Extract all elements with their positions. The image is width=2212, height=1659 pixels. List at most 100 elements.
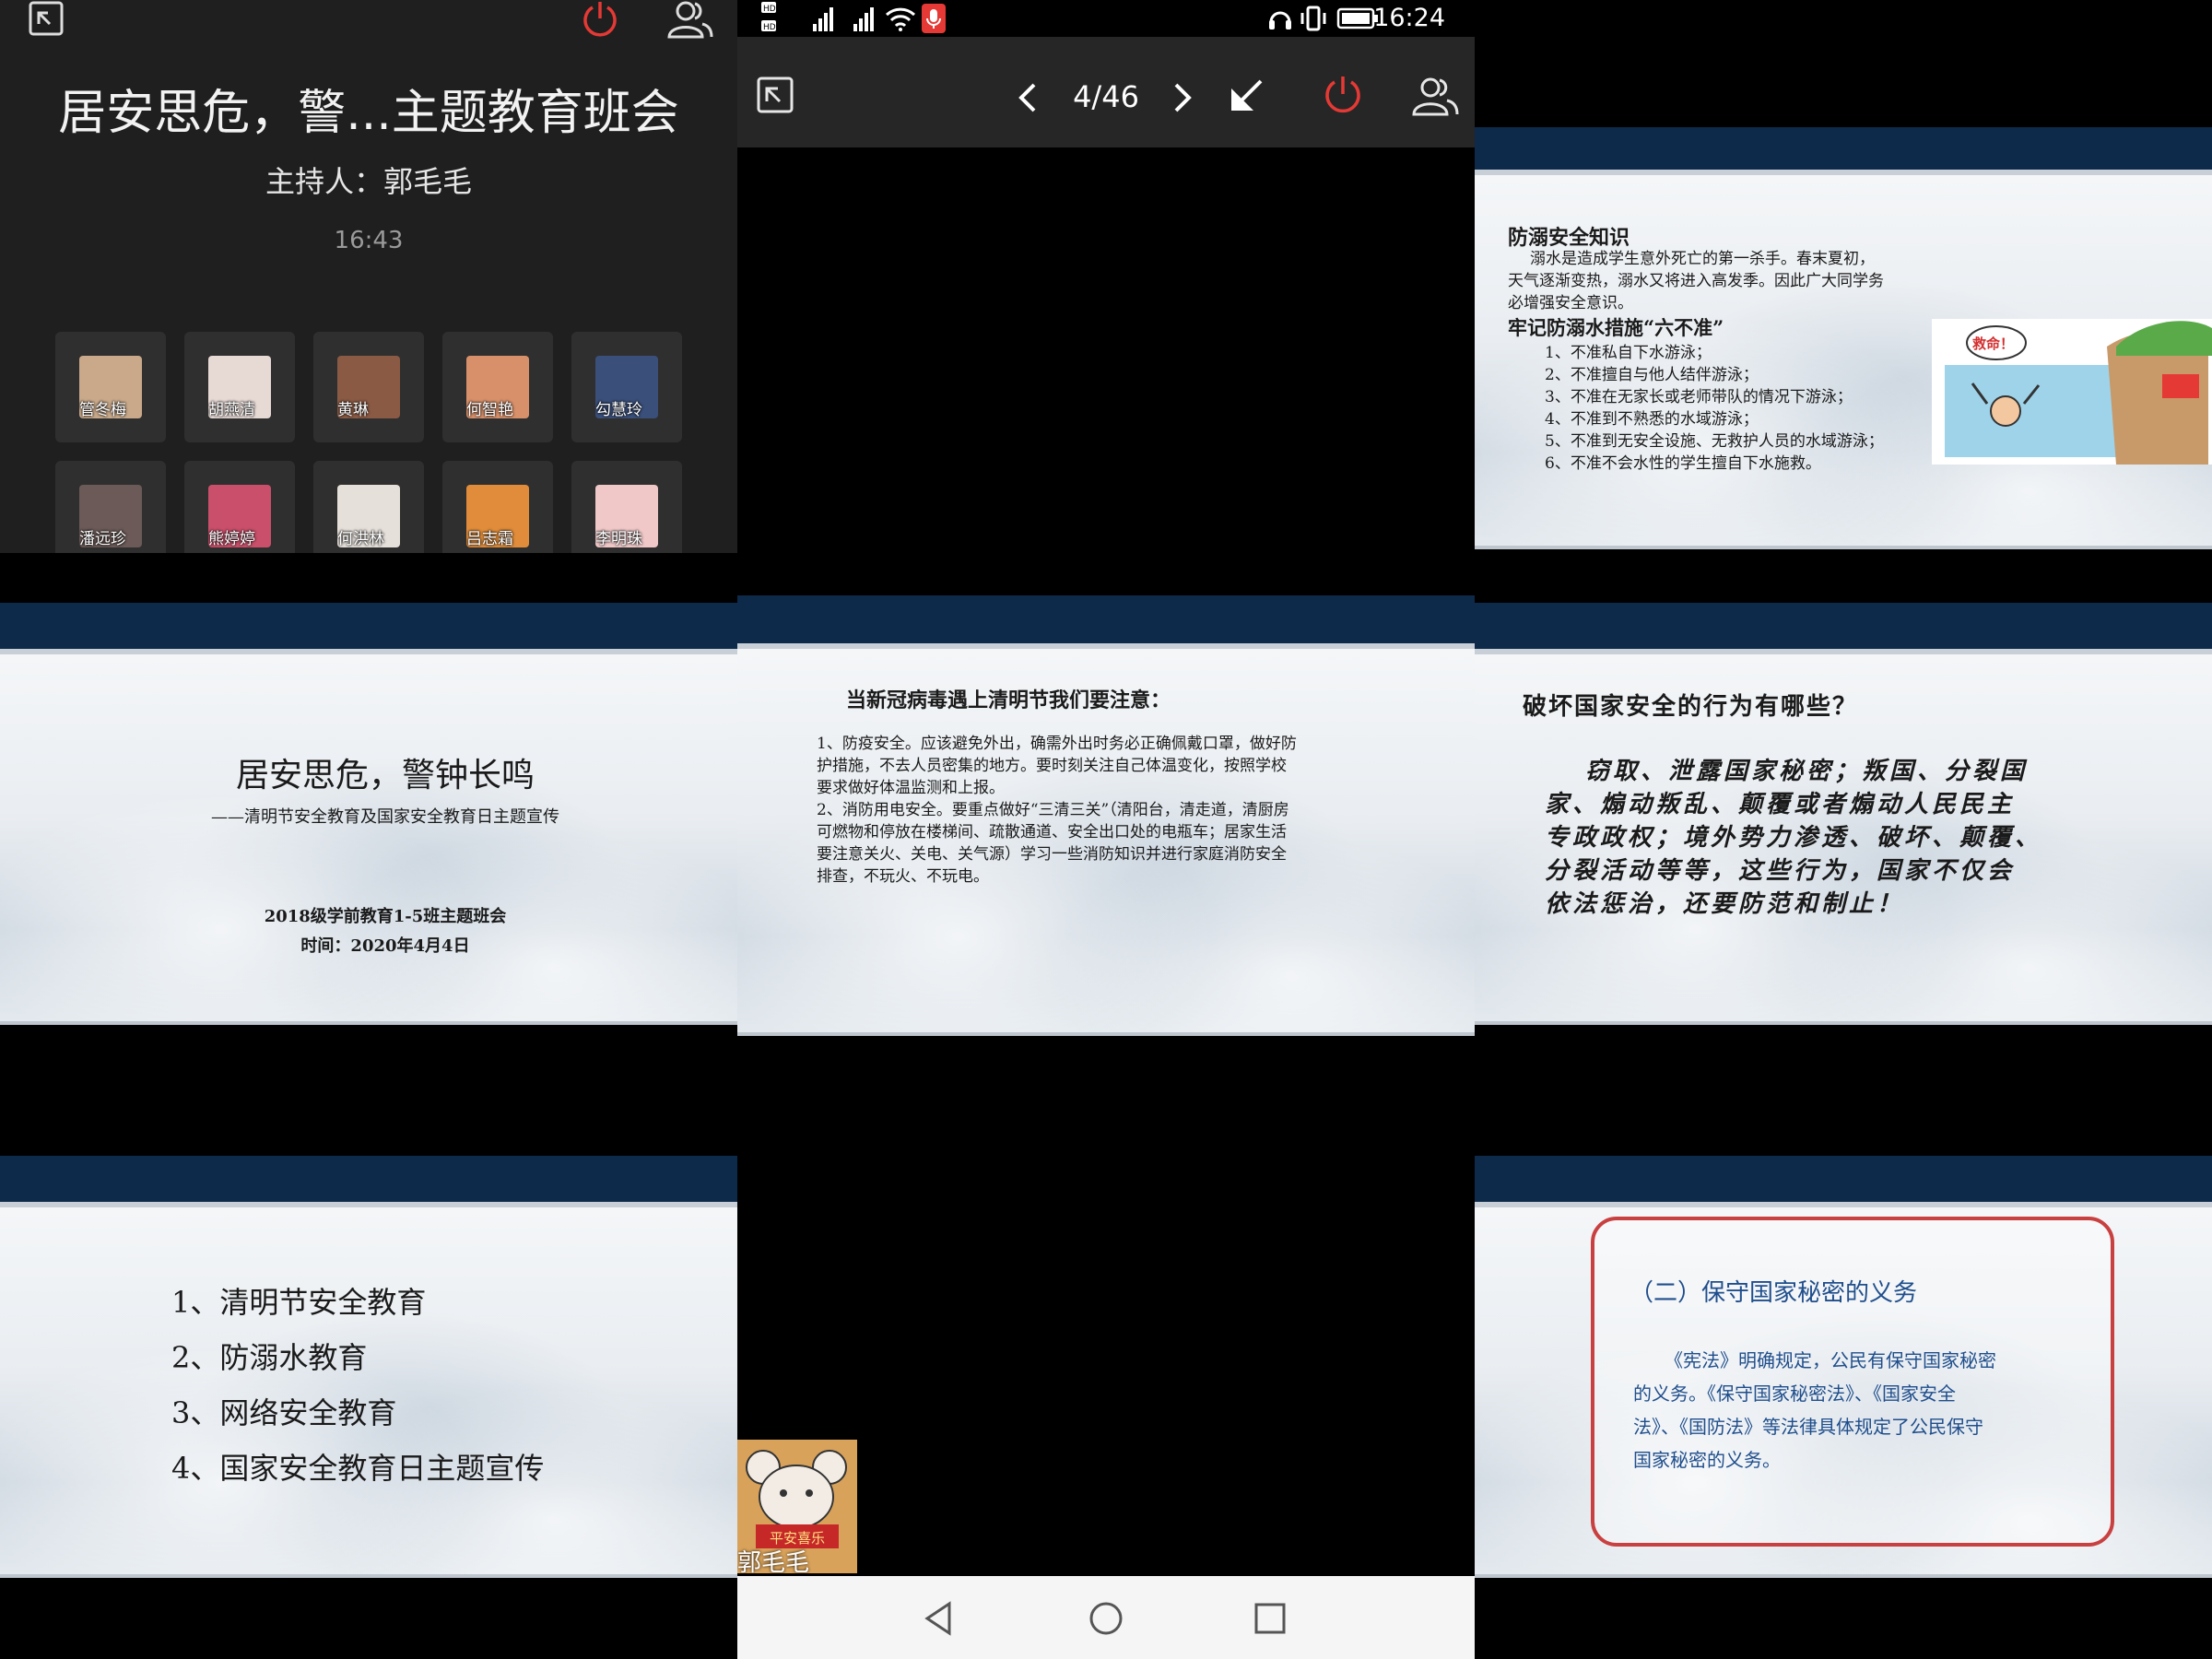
microphone-icon — [922, 4, 946, 33]
participant-tile[interactable]: 熊婷婷 — [184, 461, 295, 553]
meeting-time: 16:43 — [334, 227, 404, 254]
status-bar: HD HD 16:24 — [737, 0, 1475, 37]
participant-tile[interactable]: 管冬梅 — [55, 332, 166, 442]
slide-header-band — [1475, 127, 2212, 170]
participant-name: 胡燕清 — [208, 401, 255, 419]
slide-list-item: 4、不准到不熟悉的水域游泳； — [1545, 410, 1759, 429]
slide-national-security: 破坏国家安全的行为有哪些？ 窃取、泄露国家秘密；叛国、分裂国 家、煽动叛乱、颠覆… — [1475, 649, 2212, 1025]
slide-paragraph: 1、防疫安全。应该避免外出，确需外出时务必正确佩戴口罩，做好防 — [817, 735, 1297, 753]
slide-paragraph: 可燃物和停放在楼梯间、疏散通道、安全出口处的电瓶车；居家生活 — [817, 823, 1287, 841]
back-icon[interactable] — [922, 1600, 959, 1637]
headset-icon — [1268, 6, 1292, 31]
participant-tile[interactable]: 潘远珍 — [55, 461, 166, 553]
hd-icon: HD HD — [761, 0, 793, 35]
slide-cover: 居安思危，警钟长鸣 ——清明节安全教育及国家安全教育日主题宣传 2018级学前教… — [0, 649, 737, 1025]
slide-header-band — [1475, 603, 2212, 649]
slide-list-item: 6、不准不会水性的学生擅自下水施救。 — [1545, 454, 1821, 473]
slide-paragraph: 排查，不玩火、不玩电。 — [817, 867, 989, 886]
slide-paragraph: 窃取、泄露国家秘密；叛国、分裂国 — [1585, 758, 2029, 785]
agenda-item: 4、国家安全教育日主题宣传 — [171, 1451, 545, 1486]
participant-tile[interactable]: 吕志霜 — [442, 461, 553, 553]
slide-heading: 破坏国家安全的行为有哪些？ — [1523, 693, 1859, 721]
power-icon[interactable] — [1322, 74, 1364, 116]
slide-agenda: 1、清明节安全教育 2、防溺水教育 3、网络安全教育 4、国家安全教育日主题宣传 — [0, 1202, 737, 1578]
participants-icon[interactable] — [1410, 76, 1460, 116]
participant-tile[interactable]: 胡燕清 — [184, 332, 295, 442]
participant-name: 李明珠 — [595, 530, 642, 548]
agenda-item: 3、网络安全教育 — [171, 1395, 397, 1430]
participant-tile[interactable]: 李明珠 — [571, 461, 682, 553]
participant-tile[interactable]: 勾慧玲 — [571, 332, 682, 442]
slide-paragraph: 专政政权；境外势力渗透、破坏、颠覆、 — [1545, 824, 2043, 852]
power-icon[interactable] — [581, 0, 619, 39]
android-nav-bar — [737, 1576, 1475, 1659]
participant-name: 潘远珍 — [79, 530, 126, 548]
slide-paragraph: 必增强安全意识。 — [1508, 294, 1633, 312]
slide-paragraph: 2、消防用电安全。要重点做好“三清三关”（清阳台，清走道，清厨房 — [817, 801, 1289, 819]
signal-icon — [841, 6, 877, 31]
slide-subheading: 牢记防溺水措施“六不准” — [1508, 316, 1724, 339]
svg-text:HD: HD — [763, 23, 776, 32]
slide-subtitle: ——清明节安全教育及国家安全教育日主题宣传 — [211, 807, 559, 827]
drowning-illustration: 救命！ — [1932, 319, 2212, 465]
chevron-left-icon[interactable] — [1014, 79, 1041, 116]
participant-tile[interactable]: 何洪林 — [313, 461, 424, 553]
participant-name: 勾慧玲 — [595, 401, 642, 419]
status-clock: 16:24 — [1373, 4, 1445, 32]
slide-paragraph: 家、煽动叛乱、颠覆或者煽动人民民主 — [1545, 791, 2016, 818]
slide-paragraph: 护措施，不去人员密集的地方。要时刻关注自己体温变化，按照学校 — [817, 757, 1287, 775]
slide-header-band — [737, 595, 1475, 643]
signal-icon — [800, 6, 837, 31]
meeting-title: 居安思危，警...主题教育班会 — [58, 86, 679, 141]
meeting-host: 主持人：郭毛毛 — [265, 164, 472, 199]
slide-date-line: 时间：2020年4月4日 — [300, 936, 470, 956]
slide-title: 居安思危，警钟长鸣 — [235, 757, 535, 794]
slide-covid: 当新冠病毒遇上清明节我们要注意： 1、防疫安全。应该避免外出，确需外出时务必正确… — [737, 643, 1475, 1036]
exit-fullscreen-icon[interactable] — [28, 0, 65, 37]
exit-fullscreen-icon[interactable] — [756, 76, 794, 114]
slide-paragraph: 的义务。《保守国家秘密法》、《国家安全 — [1633, 1382, 1956, 1405]
page-indicator: 4/46 — [1073, 79, 1139, 114]
participant-name: 吕志霜 — [466, 530, 513, 548]
slide-heading: 当新冠病毒遇上清明节我们要注意： — [846, 688, 1171, 712]
slide-state-secrets: （二）保守国家秘密的义务 《宪法》明确规定，公民有保守国家秘密 的义务。《保守国… — [1475, 1202, 2212, 1578]
slide-class-line: 2018级学前教育1-5班主题班会 — [264, 907, 507, 926]
slide-paragraph: 依法惩治，还要防范和制止！ — [1545, 890, 1905, 918]
slide-paragraph: 溺水是造成学生意外死亡的第一杀手。春末夏初， — [1530, 250, 1875, 268]
slide-header-band — [1475, 1156, 2212, 1202]
meeting-panel: 居安思危，警...主题教育班会 主持人：郭毛毛 16:43 管冬梅 胡燕清 黄琳… — [0, 0, 737, 553]
slide-paragraph: 国家秘密的义务。 — [1633, 1449, 1781, 1471]
slide-list-item: 2、不准擅自与他人结伴游泳； — [1545, 366, 1759, 384]
slide-paragraph: 分裂活动等等，这些行为，国家不仅会 — [1545, 857, 2016, 885]
participant-name: 熊婷婷 — [208, 530, 255, 548]
slide-paragraph: 要注意关火、关电、关气源）学习一些消防知识并进行家庭消防安全 — [817, 845, 1287, 864]
recents-icon[interactable] — [1252, 1600, 1288, 1637]
slide-drowning: 防溺安全知识 溺水是造成学生意外死亡的第一杀手。春末夏初， 天气逐渐变热，溺水又… — [1475, 170, 2212, 549]
agenda-item: 1、清明节安全教育 — [171, 1285, 427, 1320]
slide-heading: （二）保守国家秘密的义务 — [1630, 1279, 1918, 1307]
agenda-item: 2、防溺水教育 — [171, 1340, 368, 1375]
battery-icon — [1336, 7, 1379, 29]
chevron-right-icon[interactable] — [1169, 79, 1196, 116]
slide-paragraph: 法》、《国防法》等法律具体规定了公民保守 — [1633, 1416, 1983, 1438]
participant-name: 何洪林 — [337, 530, 384, 548]
self-name: 郭毛毛 — [737, 1549, 810, 1577]
slide-paragraph: 《宪法》明确规定，公民有保守国家秘密 — [1665, 1349, 1996, 1371]
slide-paragraph: 要求做好体温监测和上报。 — [817, 779, 1005, 797]
participant-name: 管冬梅 — [79, 401, 126, 419]
arrow-down-left-icon[interactable] — [1226, 76, 1266, 116]
slide-list-item: 1、不准私自下水游泳； — [1545, 344, 1712, 362]
speech-bubble-text: 救命！ — [1972, 335, 2015, 352]
participant-name: 黄琳 — [337, 401, 369, 419]
participants-icon[interactable] — [665, 0, 713, 39]
vibrate-icon — [1300, 6, 1327, 31]
slide-header-band — [0, 603, 737, 649]
slide-list-item: 5、不准到无安全设施、无救护人员的水域游泳； — [1545, 432, 1884, 451]
participant-tile[interactable]: 黄琳 — [313, 332, 424, 442]
participant-tile[interactable]: 何智艳 — [442, 332, 553, 442]
svg-text:HD: HD — [763, 5, 776, 14]
participant-name: 何智艳 — [466, 401, 513, 419]
wifi-icon — [885, 6, 916, 31]
presentation-toolbar: 4/46 — [737, 37, 1475, 147]
home-icon[interactable] — [1088, 1600, 1124, 1637]
